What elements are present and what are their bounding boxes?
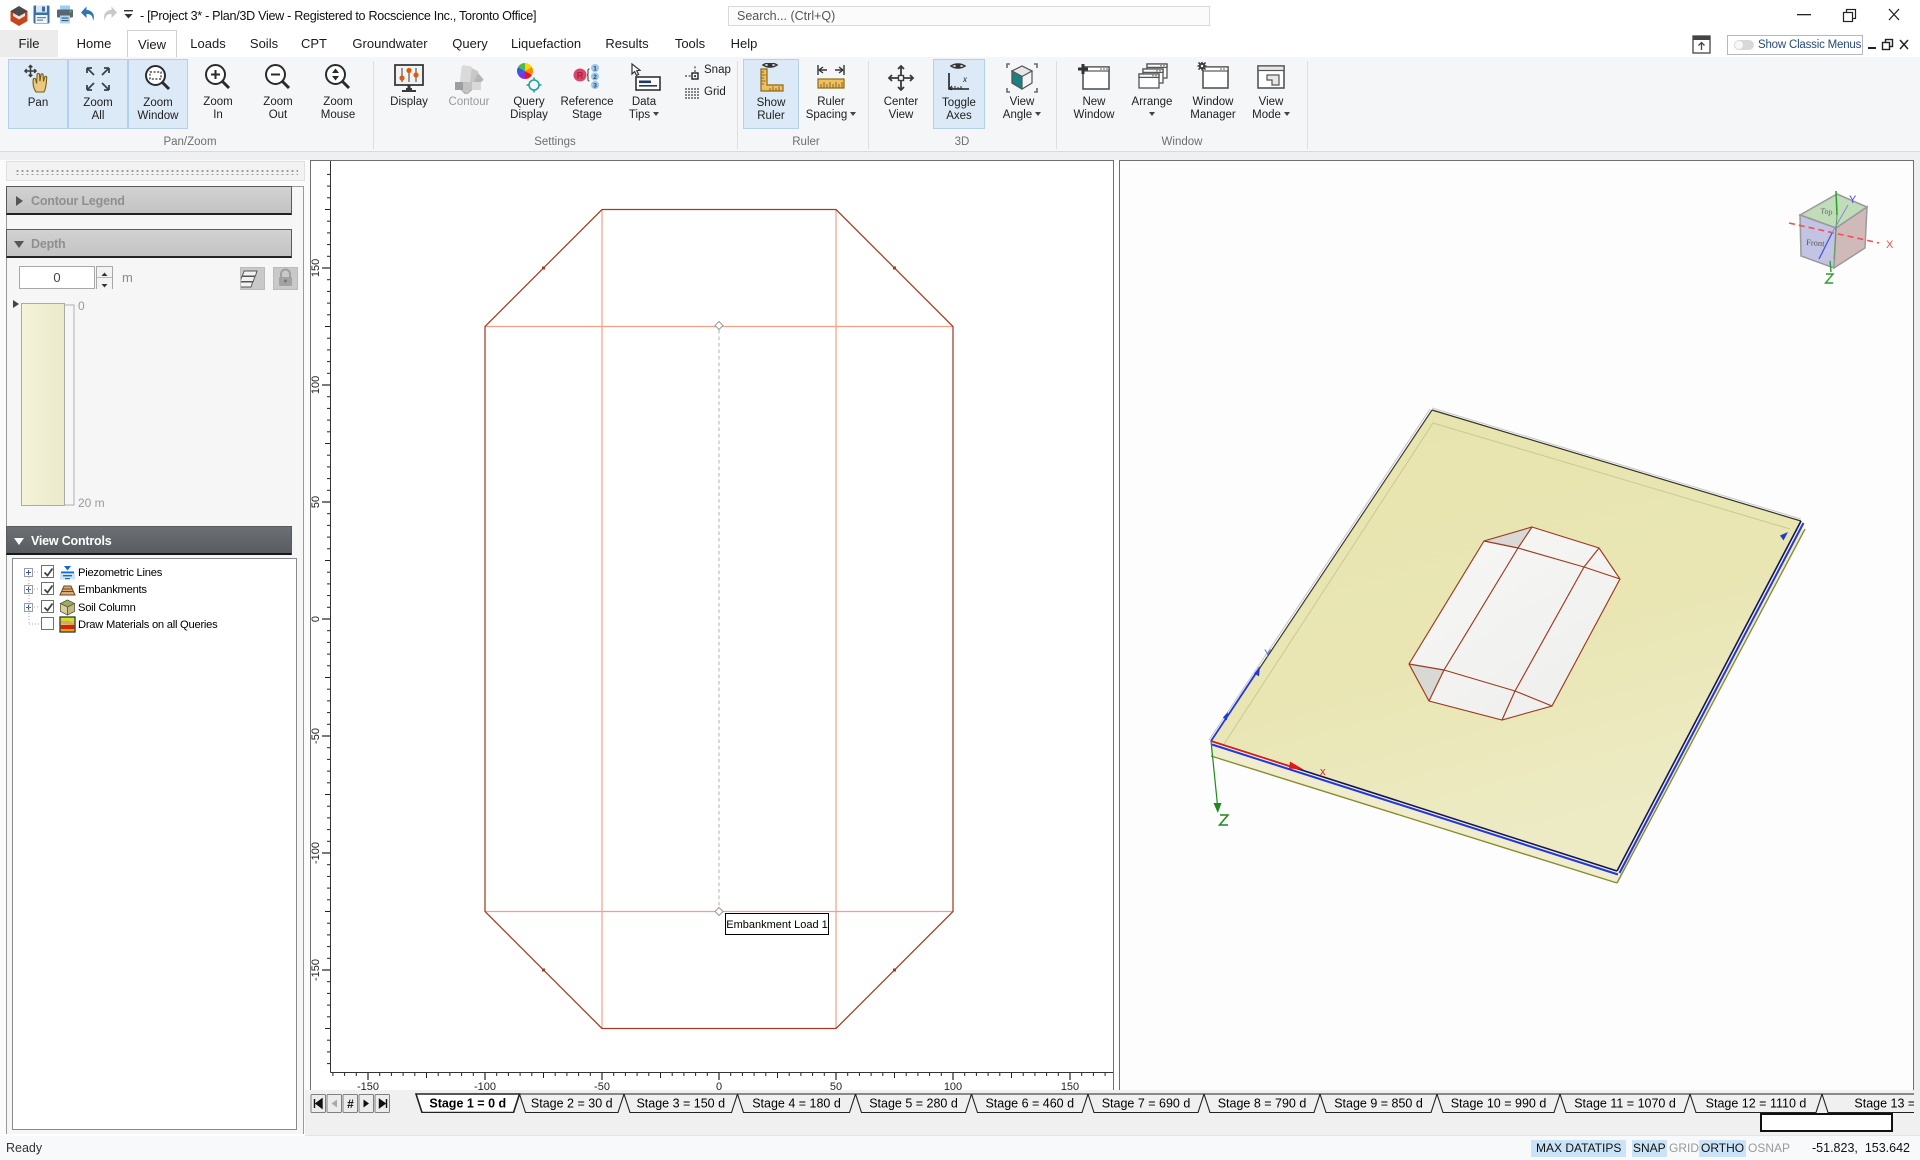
svg-text:Stage 8 = 790 d: Stage 8 = 790 d — [1218, 1097, 1307, 1111]
svg-text:x: x — [1320, 766, 1326, 778]
svg-text:Stage 3 = 150 d: Stage 3 = 150 d — [636, 1097, 725, 1111]
svg-text:-50: -50 — [311, 728, 322, 744]
svg-text:X: X — [1886, 239, 1894, 251]
svg-text:#: # — [347, 1097, 354, 1111]
svg-text:-100: -100 — [311, 842, 322, 864]
svg-text:2: 2 — [593, 74, 597, 81]
svg-text:Stage 1 = 0 d: Stage 1 = 0 d — [429, 1097, 506, 1111]
svg-text:Stage 13 = 15: Stage 13 = 15 — [1854, 1097, 1920, 1111]
svg-text:Stage 12 = 1110 d: Stage 12 = 1110 d — [1706, 1097, 1807, 1111]
svg-text:Front: Front — [1806, 237, 1826, 248]
svg-text:Stage 4 = 180 d: Stage 4 = 180 d — [752, 1097, 841, 1111]
svg-text:Stage 9 = 850 d: Stage 9 = 850 d — [1334, 1097, 1423, 1111]
svg-text:Y: Y — [1264, 648, 1272, 660]
svg-text:Stage 10 = 990 d: Stage 10 = 990 d — [1451, 1097, 1547, 1111]
svg-text:Stage 11 = 1070 d: Stage 11 = 1070 d — [1574, 1097, 1676, 1111]
svg-text:50: 50 — [311, 496, 322, 508]
svg-text:Top: Top — [1820, 206, 1833, 217]
svg-text:150: 150 — [311, 259, 322, 277]
svg-text:0: 0 — [311, 616, 322, 622]
svg-text:-150: -150 — [311, 959, 322, 981]
svg-text:Stage 5 = 280 d: Stage 5 = 280 d — [869, 1097, 958, 1111]
svg-text:R: R — [577, 71, 584, 81]
svg-text:Stage 2 = 30 d: Stage 2 = 30 d — [531, 1097, 613, 1111]
svg-text:Embankment Load 1: Embankment Load 1 — [726, 919, 828, 931]
svg-text:1: 1 — [593, 65, 597, 72]
svg-text:Y: Y — [1849, 194, 1857, 206]
svg-text:x: x — [962, 75, 968, 84]
svg-text:3: 3 — [593, 82, 597, 89]
svg-text:Stage 6 = 460 d: Stage 6 = 460 d — [985, 1097, 1074, 1111]
svg-text:Stage 7 = 690 d: Stage 7 = 690 d — [1102, 1097, 1191, 1111]
svg-text:100: 100 — [311, 376, 322, 394]
